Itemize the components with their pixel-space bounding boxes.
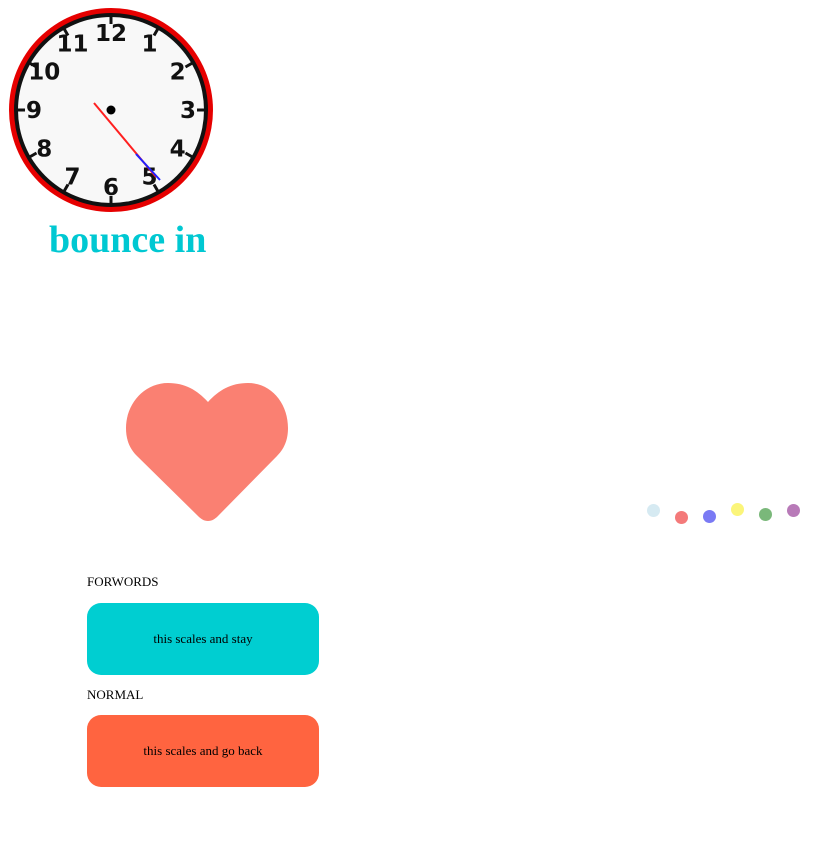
analog-clock-icon: 12 1234567891011 — [9, 8, 213, 212]
forwards-demo-box: this scales and stay — [87, 603, 319, 675]
clock-numeral: 2 — [170, 60, 186, 86]
clock-numeral: 12 — [95, 21, 127, 47]
clock-numeral: 8 — [36, 137, 52, 163]
loader-dot — [675, 511, 688, 524]
clock-numeral: 3 — [180, 98, 196, 124]
clock-center-pin — [106, 105, 116, 115]
clock-numeral: 6 — [103, 175, 119, 201]
clock-numeral: 7 — [64, 165, 80, 191]
clock-numeral: 10 — [28, 60, 60, 86]
normal-demo-box: this scales and go back — [87, 715, 319, 787]
heart-shape — [126, 383, 288, 521]
analog-clock: 12 1 2 3 4 5 6 7 8 9 10 11 — [6, 5, 216, 215]
clock-numeral: 1 — [141, 31, 157, 57]
loader-dot — [647, 504, 660, 517]
loader-dot — [787, 504, 800, 517]
clock-numeral: 9 — [26, 98, 42, 124]
bounce-in-heading: bounce in — [49, 219, 207, 261]
clock-numeral: 4 — [170, 137, 186, 163]
normal-label: NORMAL — [87, 687, 144, 702]
loader-dot — [703, 510, 716, 523]
animation-demo-page: 12 1 2 3 4 5 6 7 8 9 10 11 bounce in FORWORDS this … — [0, 0, 826, 851]
heart-icon — [126, 380, 290, 524]
clock-numeral: 11 — [56, 31, 88, 57]
forwards-box-text: this scales and stay — [153, 631, 253, 646]
normal-box-text: this scales and go back — [143, 743, 263, 758]
bouncing-dots-loader — [640, 495, 820, 535]
forwards-label: FORWORDS — [87, 574, 159, 589]
loader-dot — [731, 503, 744, 516]
loader-dot — [759, 508, 772, 521]
